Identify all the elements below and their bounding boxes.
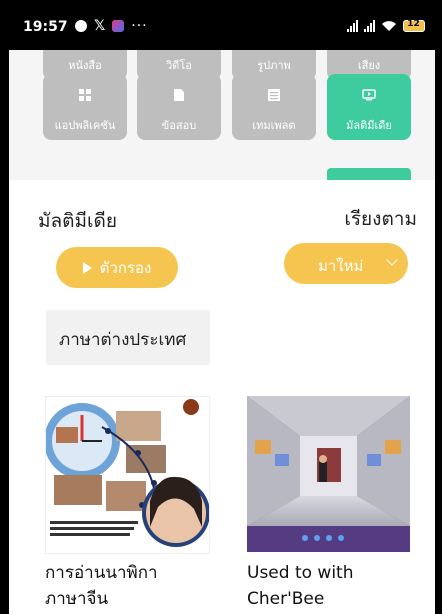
chinese-reading-cover-image: [46, 397, 209, 553]
category-card-multimedia[interactable]: มัลติมีเดีย: [327, 74, 411, 140]
section-title: มัลติมีเดีย: [38, 210, 117, 232]
caption-line: Cher'Bee: [247, 589, 325, 609]
category-card-exams[interactable]: ข้อสอบ: [137, 74, 221, 140]
category-label: รูปภาพ: [257, 59, 291, 72]
item-thumbnail-2[interactable]: [247, 396, 410, 552]
caption-line: ภาษาจีน: [45, 589, 109, 609]
category-label: เทมเพลต: [252, 119, 296, 132]
status-time: 19:57: [23, 19, 68, 35]
category-card-templates[interactable]: เทมเพลต: [232, 74, 316, 140]
language-tag-label: ภาษาต่างประเทศ: [59, 330, 187, 350]
battery-level: 12: [407, 19, 420, 29]
caption-line: การอ่านนาพิกา: [45, 563, 158, 583]
play-icon: [82, 261, 92, 274]
x-app-icon: 𝕏: [94, 18, 106, 34]
chat-notification-icon: [75, 20, 87, 32]
status-bar: 19:57 𝕏 ··· 12: [9, 10, 435, 50]
sort-dropdown[interactable]: มาใหม่: [284, 243, 408, 284]
app-notification-icon: [112, 20, 125, 32]
status-notification-icons: 𝕏 ···: [75, 18, 148, 34]
wifi-icon: [382, 21, 396, 31]
item-caption-1[interactable]: การอ่านนาพิกา ภาษาจีน: [45, 560, 158, 612]
signal-icon-2: [364, 20, 375, 32]
item-thumbnail-1[interactable]: [45, 396, 210, 554]
signal-icon: [347, 20, 358, 32]
category-label: เสียง: [357, 59, 381, 72]
category-label: หนังสือ: [68, 59, 102, 72]
category-card-applications[interactable]: แอปพลิเคชัน: [43, 74, 127, 140]
status-system-icons: 12: [347, 19, 425, 32]
category-label: แอปพลิเคชัน: [54, 119, 116, 132]
more-notifications-icon: ···: [131, 18, 148, 34]
active-tab-indicator: [327, 168, 411, 180]
category-label: มัลติมีเดีย: [346, 119, 392, 132]
sort-selected-value: มาใหม่: [318, 257, 364, 275]
caption-line: Used to with: [247, 563, 354, 583]
category-label: ข้อสอบ: [161, 119, 197, 132]
filter-button-label: ตัวกรอง: [99, 258, 152, 277]
grid-icon: [79, 89, 91, 101]
multimedia-icon: [362, 89, 376, 101]
filter-button[interactable]: ตัวกรอง: [56, 247, 178, 288]
battery-icon: 12: [403, 19, 425, 32]
language-tag[interactable]: ภาษาต่างประเทศ: [46, 310, 210, 365]
chevron-down-icon: [386, 254, 398, 266]
item-caption-2[interactable]: Used to with Cher'Bee: [247, 560, 354, 612]
document-icon: [174, 89, 184, 101]
phone-frame: 19:57 𝕏 ··· 12 หนังสือ วิดีโอ รูปภาพ เสี…: [0, 0, 442, 614]
app-screen: 19:57 𝕏 ··· 12 หนังสือ วิดีโอ รูปภาพ เสี…: [9, 10, 435, 614]
virtual-gallery-image: [247, 396, 410, 552]
category-panel: หนังสือ วิดีโอ รูปภาพ เสียง แอปพลิเคชัน: [9, 14, 435, 180]
sort-label: เรียงตาม: [344, 208, 417, 230]
list-icon: [268, 89, 280, 101]
category-label: วิดีโอ: [166, 59, 192, 72]
